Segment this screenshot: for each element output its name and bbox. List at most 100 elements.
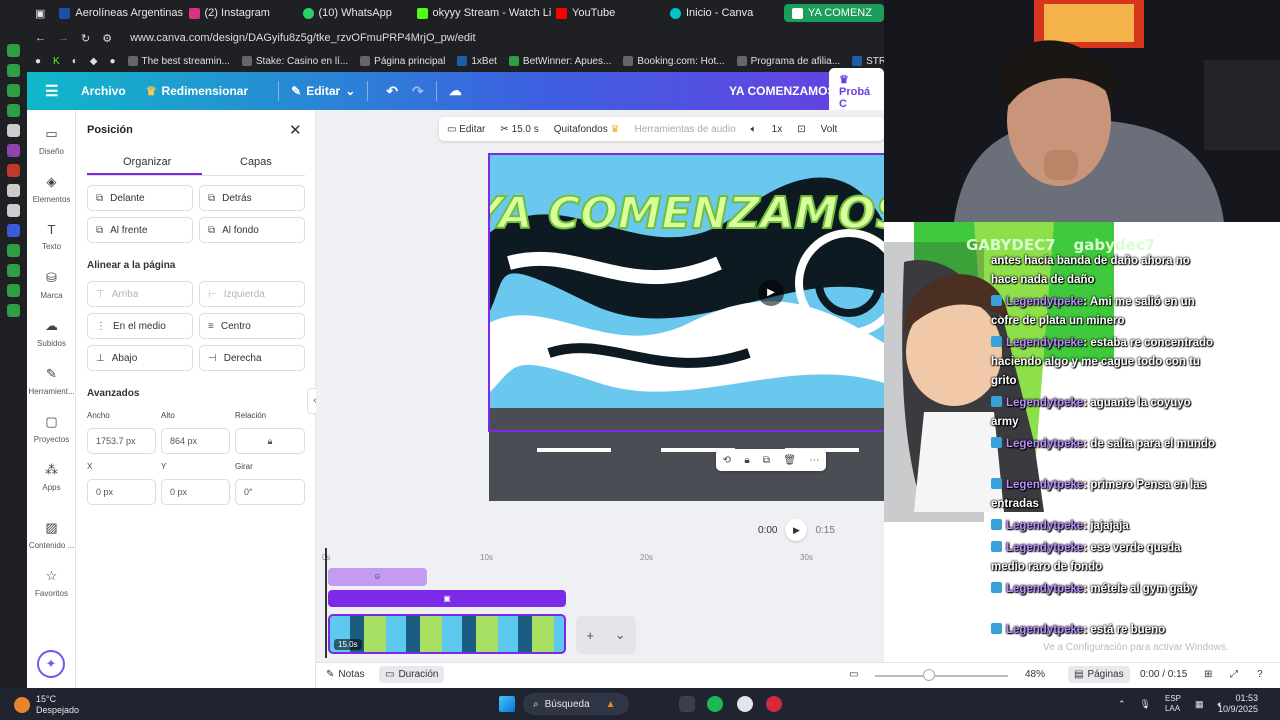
bookmark[interactable]: BetWinner: Apues... — [508, 56, 611, 67]
bookmark-icon[interactable]: ◆ — [90, 56, 98, 67]
bookmark[interactable]: STREAMS 1XBET — [852, 56, 884, 67]
reload-icon[interactable]: ↻ — [81, 32, 90, 45]
taskbar-search[interactable]: ⌕ Búsqueda ▲ — [523, 693, 629, 715]
speed-button[interactable]: 1x — [772, 124, 783, 135]
bookmark-icon[interactable]: ● — [109, 56, 115, 67]
play-button[interactable]: ▶ — [785, 519, 808, 541]
x-icon[interactable] — [7, 204, 20, 217]
duration-button[interactable]: ▭ Duración — [379, 666, 445, 683]
volume-icon[interactable]: 🔈︎ — [751, 124, 757, 135]
side-app-icon[interactable] — [7, 104, 20, 117]
bookmark[interactable]: Booking.com: Hot... — [623, 56, 725, 67]
flip-button[interactable]: Volt — [821, 124, 838, 135]
bg-remover-button[interactable]: Quitafondos ♛ — [554, 124, 620, 135]
add-page-icon[interactable]: + — [586, 628, 594, 643]
backward-button[interactable]: ⧉ Detrás — [199, 185, 305, 211]
rail-item-design[interactable]: ▭ Diseño — [27, 126, 76, 156]
back-icon[interactable]: ← — [35, 32, 46, 44]
tray-chevron-icon[interactable]: ⌃ — [1118, 699, 1126, 710]
pages-button[interactable]: ▤ Páginas — [1068, 666, 1130, 683]
align-bottom-button[interactable]: ⊥ Abajo — [87, 345, 193, 371]
rail-item-apps[interactable]: ⁂ Apps — [27, 462, 76, 492]
height-field[interactable]: 864 px — [161, 428, 230, 454]
undo-icon[interactable]: ↶ — [386, 83, 398, 100]
bookmark-icon[interactable]: K — [53, 56, 60, 67]
file-menu[interactable]: Archivo — [81, 84, 126, 98]
rail-item-uploads[interactable]: ☁ Subidos — [27, 318, 76, 348]
close-icon[interactable]: ✕ — [289, 121, 302, 139]
playhead[interactable] — [325, 548, 327, 658]
crop-icon[interactable]: ⊡ — [797, 124, 805, 135]
side-app-icon[interactable] — [7, 244, 20, 257]
chrome-icon[interactable] — [737, 696, 753, 712]
tab-arrange[interactable]: Organizar — [123, 156, 171, 168]
tab-instagram[interactable]: (2) Instagram — [188, 7, 289, 19]
replace-icon[interactable]: ⟲ — [723, 455, 731, 466]
design-title[interactable]: YA COMENZAMOS — [729, 84, 835, 98]
lock-icon[interactable]: 🔒︎ — [744, 455, 749, 466]
rail-item-favorites[interactable]: ☆ Favoritos — [27, 568, 76, 598]
align-top-button[interactable]: ⊤ Arriba — [87, 281, 193, 307]
rail-item-elements[interactable]: ◈ Elementos — [27, 174, 76, 204]
language-indicator[interactable]: ESP LAA — [1165, 694, 1181, 714]
discord-icon[interactable] — [7, 224, 20, 237]
tab-canva-design[interactable]: YA COMENZ — [784, 4, 884, 22]
tab-youtube[interactable]: YouTube — [556, 7, 656, 19]
redo-icon[interactable]: ↷ — [412, 83, 424, 100]
bookmark-icon[interactable]: ◐ — [72, 56, 78, 67]
width-field[interactable]: 1753.7 px — [87, 428, 156, 454]
duplicate-icon[interactable]: ⧉ — [763, 455, 770, 466]
edit-video-button[interactable]: ▭ Editar — [447, 124, 485, 135]
timeline-track-logo[interactable]: ▣ — [328, 590, 566, 607]
grid-view-icon[interactable]: ⊞ — [1204, 669, 1212, 680]
site-info-icon[interactable]: ⚙ — [102, 32, 112, 45]
tiktok-icon[interactable] — [7, 184, 20, 197]
rail-item-tools[interactable]: ✎ Herramient... — [27, 366, 76, 396]
side-app-icon[interactable] — [7, 124, 20, 137]
trash-icon[interactable]: 🗑︎ — [783, 455, 796, 466]
notes-button[interactable]: ✎ Notas — [326, 669, 365, 680]
zoom-slider-handle[interactable] — [923, 669, 935, 681]
audio-tools-button[interactable]: Herramientas de audio — [634, 124, 735, 135]
side-app-icon[interactable] — [7, 64, 20, 77]
tab-menu-icon[interactable]: ▣ — [35, 7, 45, 20]
edit-mode-button[interactable]: ✎ Editar ⌄ — [291, 84, 355, 98]
tab-canva-home[interactable]: Inicio - Canva — [670, 7, 770, 19]
timeline-track-character[interactable]: ☺ — [328, 568, 427, 586]
hamburger-menu-icon[interactable]: ☰ — [45, 82, 63, 100]
resize-button[interactable]: ♛ Redimensionar — [146, 84, 248, 98]
rotate-field[interactable]: 0° — [235, 479, 305, 505]
align-middle-button[interactable]: ⋮ En el medio — [87, 313, 193, 339]
side-app-icon[interactable] — [7, 264, 20, 277]
microphone-icon[interactable]: 🎙︎ — [1140, 699, 1151, 710]
instagram-icon[interactable] — [7, 164, 20, 177]
timeline-track-video[interactable]: 15.0s — [328, 614, 566, 654]
bookmark[interactable]: 1xBet — [457, 56, 497, 67]
rail-item-content[interactable]: ▨ Contenido ... — [27, 520, 76, 550]
bookmark-icon[interactable]: ● — [35, 56, 41, 67]
y-field[interactable]: 0 px — [161, 479, 230, 505]
windows-start-icon[interactable] — [499, 696, 515, 712]
bring-to-front-button[interactable]: ⧉ Al frente — [87, 217, 193, 243]
rail-item-text[interactable]: T Texto — [27, 222, 76, 251]
x-field[interactable]: 0 px — [87, 479, 156, 505]
taskbar-clock[interactable]: 01:53 10/9/2025 — [1218, 693, 1258, 715]
fullscreen-icon[interactable]: ⤢ — [1230, 669, 1238, 680]
bookmark[interactable]: Programa de afilia... — [736, 56, 840, 67]
magic-assistant-icon[interactable]: ✦ — [37, 650, 65, 678]
tab-aerolineas[interactable]: Aerolíneas Argentinas — [59, 7, 183, 19]
side-app-icon[interactable] — [7, 284, 20, 297]
spotify-icon[interactable] — [707, 696, 723, 712]
fit-screen-icon[interactable]: ▭ — [849, 669, 858, 680]
more-icon[interactable]: ⋯ — [809, 455, 819, 466]
network-icon[interactable]: ▦ — [1195, 699, 1204, 710]
tab-whatsapp[interactable]: (10) WhatsApp — [302, 7, 403, 19]
opera-icon[interactable] — [766, 696, 782, 712]
trim-button[interactable]: ✂ 15.0 s — [500, 124, 538, 135]
url-field[interactable]: www.canva.com/design/DAGyifu8z5g/tke_rzv… — [130, 32, 475, 44]
canvas-play-icon[interactable]: ▶ — [758, 280, 784, 306]
ratio-lock-button[interactable]: 🔒︎ — [235, 428, 305, 454]
help-icon[interactable]: ? — [1257, 669, 1263, 680]
bookmark[interactable]: The best streamin... — [127, 56, 230, 67]
forward-icon[interactable]: → — [58, 32, 69, 44]
